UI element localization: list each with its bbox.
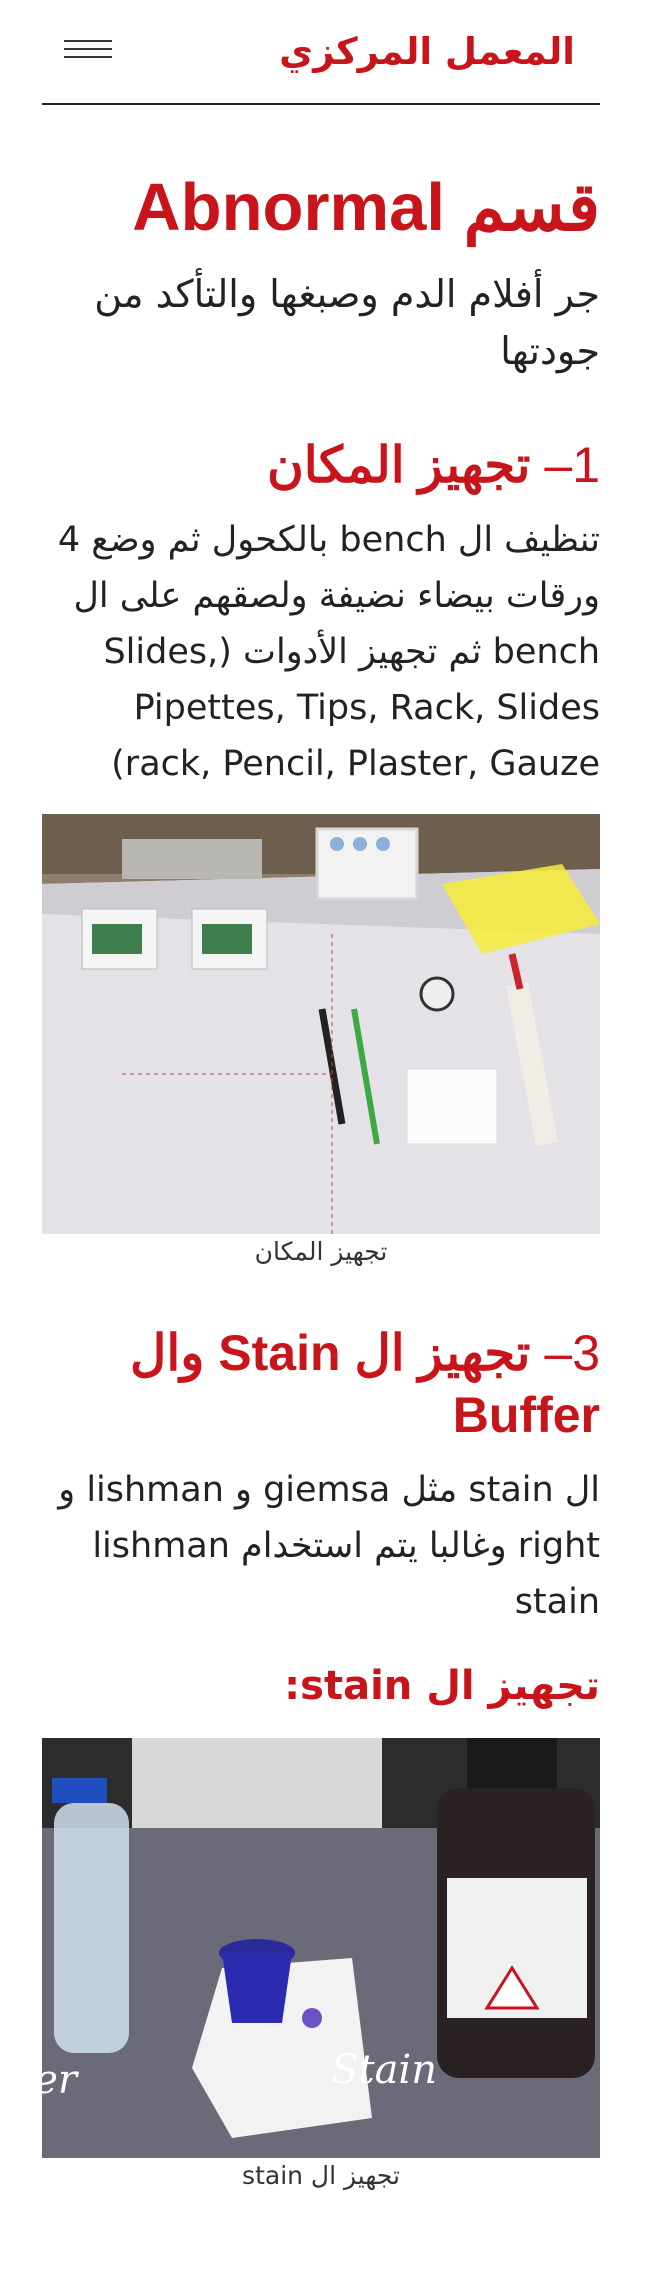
menu-bar-icon — [64, 48, 112, 50]
step1-number: 1– — [544, 437, 600, 493]
step1-paragraph: تنظيف ال bench بالكحول ثم وضع 4 ورقات بي… — [57, 520, 600, 784]
step3-number: 3– — [544, 1325, 600, 1381]
step1-figure: تجهيز المكان — [42, 814, 600, 1270]
intro-text: جر أفلام الدم وصبغها والتأكد من جودتها — [94, 272, 600, 373]
site-title[interactable]: المعمل المركزي — [279, 26, 575, 78]
site-header: المعمل المركزي — [42, 0, 600, 105]
main-content: قسم Abnormal جر أفلام الدم وصبغها والتأك… — [42, 170, 600, 2194]
step3-title: تجهيز ال Stain وال Buffer — [130, 1325, 600, 1443]
menu-bar-icon — [64, 56, 112, 58]
page: المعمل المركزي قسم Abnormal جر أفلام الد… — [0, 0, 658, 2282]
bench-setup-photo — [42, 814, 600, 1234]
stain-buffer-photo: Buffer Stain — [42, 1738, 600, 2158]
step3-figure: Buffer Stain تجهيز ال stain — [42, 1738, 600, 2194]
stain-label: Stain — [331, 2047, 437, 2093]
step3-figure-caption: تجهيز ال stain — [242, 2161, 400, 2190]
buffer-label: Buffer — [42, 2057, 80, 2103]
step1-title: تجهيز المكان — [267, 437, 531, 493]
stain-prep-subheading: تجهيز ال stain: — [284, 1663, 600, 1709]
page-title: قسم Abnormal — [132, 170, 600, 245]
step1-heading: 1– تجهيز المكان — [42, 434, 600, 496]
step1-figure-caption: تجهيز المكان — [254, 1237, 388, 1266]
menu-bar-icon — [64, 40, 112, 42]
hamburger-menu-button[interactable] — [64, 40, 112, 70]
step3-heading: 3– تجهيز ال Stain وال Buffer — [42, 1322, 600, 1446]
step3-paragraph: ال stain مثل giemsa و lishman و right وغ… — [58, 1470, 600, 1622]
